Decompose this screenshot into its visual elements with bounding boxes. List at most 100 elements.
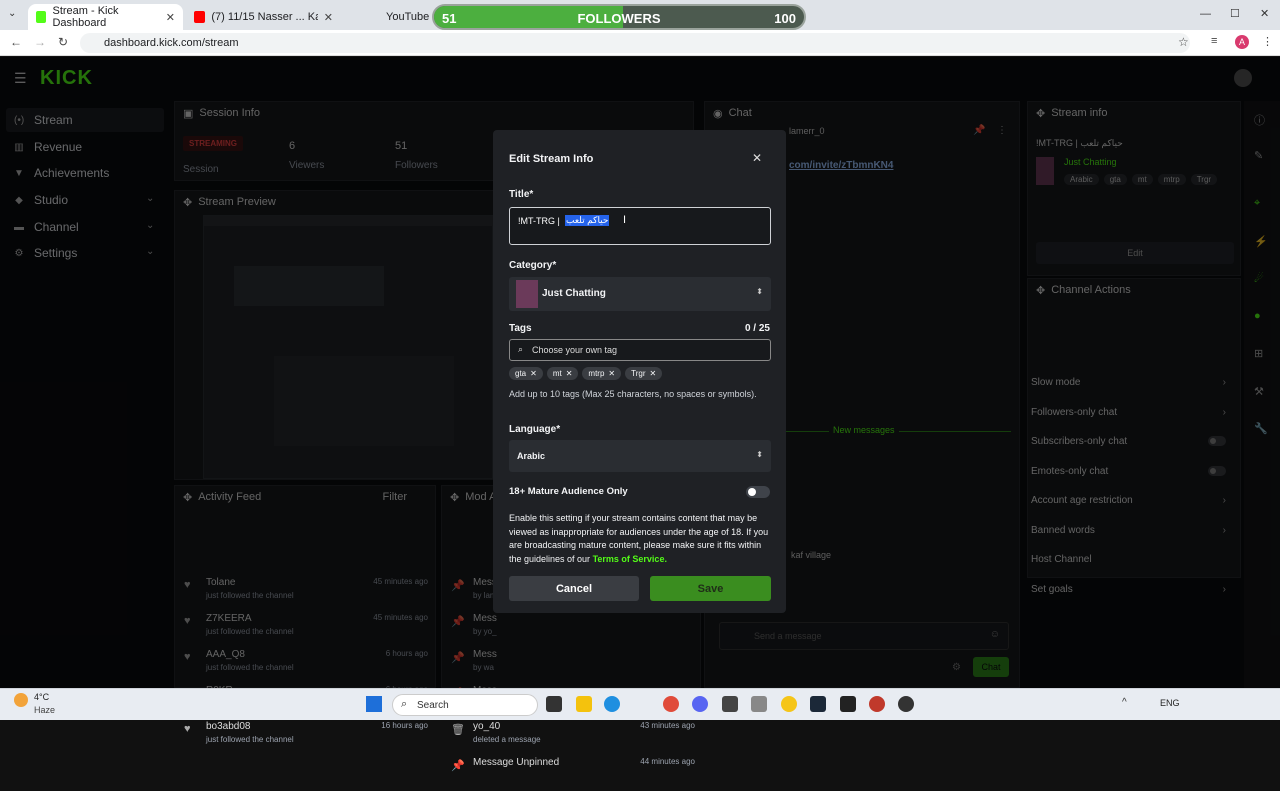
channel-action-banned-words[interactable]: Banned words › [1031,525,1226,536]
bookmark-star-icon[interactable]: ☆ [1178,35,1189,49]
chat-input[interactable]: Send a message ☺ [719,622,1009,650]
remove-tag-icon[interactable]: ✕ [650,369,657,378]
lightning-icon[interactable]: ⚡ [1254,235,1268,248]
follower-name[interactable]: bo3abd08 [206,721,251,732]
reading-list-icon[interactable]: ≡ [1211,35,1217,47]
chevron-down-icon[interactable]: ⌄ [146,193,154,204]
obs-icon[interactable] [898,696,914,712]
channel-action-followers-only-chat[interactable]: Followers-only chat › [1031,407,1226,418]
channel-action-slow-mode[interactable]: Slow mode › [1031,377,1226,388]
close-icon[interactable]: ✕ [752,151,762,165]
mod-action-name: yo_40 [473,721,501,732]
profile-avatar[interactable]: A [1235,35,1249,49]
terms-of-service-link[interactable]: Terms of Service. [593,554,667,564]
close-window-icon[interactable]: ✕ [1260,7,1269,20]
tag-search-input[interactable]: ⌕ Choose your own tag [509,339,771,361]
app-icon[interactable] [722,696,738,712]
tools-icon[interactable]: ⚒ [1254,385,1264,398]
save-button[interactable]: Save [650,576,771,601]
more-options-icon[interactable]: ⋮ [997,125,1007,136]
language-select[interactable]: Arabic ⬍ [509,440,771,472]
cancel-button[interactable]: Cancel [509,576,639,601]
user-avatar[interactable] [1234,69,1252,87]
panel-header: ✥ Stream info [1028,102,1240,124]
channel-action-subscribers-only-chat[interactable]: Subscribers-only chat [1031,436,1226,447]
sidebar-item-achievements[interactable]: ▼ Achievements [14,166,109,180]
channel-action-emotes-only-chat[interactable]: Emotes-only chat [1031,465,1226,477]
tab-menu-chevron-icon[interactable]: ⌄ [8,8,16,19]
sidebar-item-channel[interactable]: ▬ Channel [14,220,79,234]
sidebar-item-revenue[interactable]: ▥ Revenue [14,140,82,154]
wrench-icon[interactable]: 🔧 [1254,422,1268,435]
raid-icon[interactable]: ☄ [1254,272,1264,285]
app-icon[interactable] [781,696,797,712]
mature-toggle[interactable] [746,486,770,498]
tab-youtube[interactable]: YouTube [344,4,434,30]
chat-settings-icon[interactable]: ⚙ [952,662,961,673]
follower-name[interactable]: Z7KEERA [206,613,252,624]
close-tab-icon[interactable]: ✕ [324,11,333,24]
hamburger-menu-icon[interactable]: ☰ [14,70,27,87]
kick-logo[interactable]: KICK [40,67,93,90]
chevron-down-icon[interactable]: ⌄ [146,220,154,231]
back-icon[interactable]: ← [10,35,22,49]
chrome-icon[interactable] [663,696,679,712]
forward-icon[interactable]: → [34,35,46,49]
toggle-switch[interactable] [1208,436,1226,446]
host-icon[interactable]: ⊞ [1254,347,1263,360]
chevron-right-icon: › [1222,524,1226,536]
input-language[interactable]: ENG [1160,698,1180,708]
channel-action-account-age-restriction[interactable]: Account age restriction › [1031,495,1226,506]
edge-icon[interactable] [604,696,620,712]
emoji-icon[interactable]: ☺ [990,629,1000,640]
close-tab-icon[interactable]: ✕ [166,11,175,24]
pencil-icon[interactable]: ✎ [1254,149,1263,162]
tab-youtube-video[interactable]: (7) 11/15 Nasser ... Kam Begali ✕ [186,4,341,30]
follower-name[interactable]: Tolane [206,577,235,588]
clip-icon[interactable]: ⌖ [1254,197,1260,210]
remove-tag-icon[interactable]: ✕ [530,369,537,378]
sidebar-item-studio[interactable]: ◆ Studio [14,193,68,207]
chat-send-button[interactable]: Chat [973,657,1009,677]
pin-icon[interactable]: 📌 [973,125,985,136]
channel-action-set-goals[interactable]: Set goals › [1031,584,1226,595]
url-field[interactable]: dashboard.kick.com/stream [80,33,1190,53]
app-icon[interactable] [751,696,767,712]
panel-title: Stream info [1051,107,1108,119]
chevron-down-icon[interactable]: ⌄ [146,246,154,257]
channel-action-label: Emotes-only chat [1031,465,1109,477]
weather-icon[interactable] [14,693,28,707]
reload-icon[interactable]: ↻ [58,35,68,49]
task-view-icon[interactable] [546,696,562,712]
chat-bubble-icon[interactable]: ● [1254,310,1261,322]
tab-kick-dashboard[interactable]: Stream - Kick Dashboard ✕ [28,4,183,30]
stream-preview-video[interactable] [203,215,494,479]
remove-tag-icon[interactable]: ✕ [608,369,615,378]
browser-menu-icon[interactable]: ⋮ [1262,35,1273,48]
app-icon[interactable] [840,696,856,712]
taskbar-search[interactable]: ⌕ Search [392,694,538,716]
category-select[interactable]: Just Chatting ⬍ [509,277,771,311]
heart-icon: ♥ [184,615,191,627]
remove-tag-icon[interactable]: ✕ [566,369,573,378]
steam-icon[interactable] [810,696,826,712]
channel-action-host-channel[interactable]: Host Channel [1031,554,1226,565]
discord-icon[interactable] [692,696,708,712]
follower-label: Followers [395,160,438,171]
sidebar-item-stream[interactable]: (•) Stream [14,113,73,127]
toggle-switch[interactable] [1208,465,1226,476]
info-icon[interactable]: ⓘ [1254,112,1265,128]
tray-chevron-icon[interactable]: ^ [1122,697,1127,708]
app-icon[interactable] [869,696,885,712]
minimize-icon[interactable]: — [1200,8,1211,20]
file-explorer-icon[interactable] [576,696,592,712]
filter-button[interactable]: Filter [383,491,407,503]
edit-stream-button[interactable]: Edit [1036,242,1234,264]
panel-header: ✥ Activity Feed Filter [175,486,435,508]
follower-name[interactable]: AAA_Q8 [206,649,245,660]
maximize-icon[interactable]: ☐ [1230,7,1240,20]
title-input[interactable]: !MT-TRG | حياكم تلعب I [509,207,771,245]
sidebar-item-settings[interactable]: ⚙ Settings [14,246,78,260]
windows-start-icon[interactable] [366,696,382,712]
pinned-link[interactable]: com/invite/zTbmnKN4 [789,160,893,171]
